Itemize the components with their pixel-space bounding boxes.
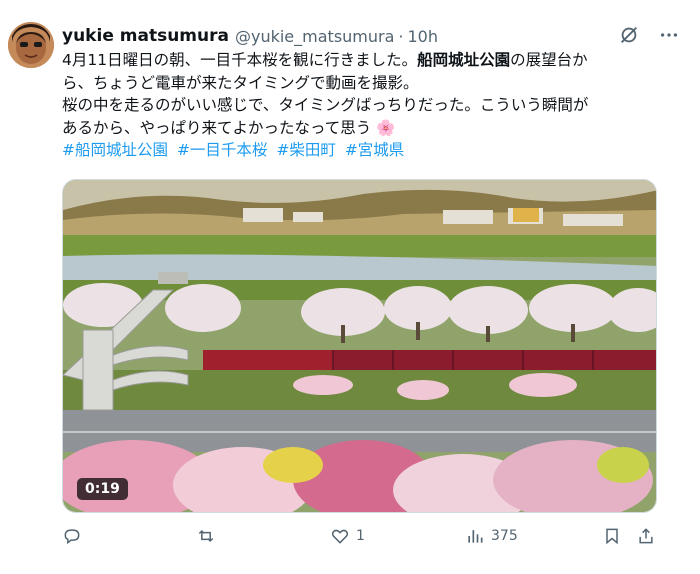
hashtag-list: #船岡城址公園 #一目千本桜 #柴田町 #宮城県: [62, 139, 662, 162]
share-button[interactable]: [636, 526, 656, 546]
views-button[interactable]: 375: [465, 526, 518, 546]
reply-button[interactable]: [62, 526, 88, 546]
tweet-text-bold: 船岡城址公園: [417, 51, 511, 69]
header-icons: [618, 24, 680, 46]
separator-dot: ·: [398, 26, 404, 46]
hashtag[interactable]: #船岡城址公園: [62, 141, 168, 159]
video-duration: 0:19: [77, 478, 128, 500]
display-name[interactable]: yukie matsumura: [62, 26, 229, 46]
like-button[interactable]: 1: [330, 526, 365, 546]
more-icon[interactable]: [658, 24, 680, 46]
retweet-icon: [198, 529, 214, 543]
tweet-text: 4月11日曜日の朝、一目千本桜を観に行きました。船岡城址公園の展望台か ら、ちょ…: [62, 49, 662, 162]
bookmark-icon: [606, 528, 618, 545]
share-icon: [639, 528, 653, 544]
like-count: 1: [356, 528, 365, 544]
user-handle[interactable]: @yukie_matsumura: [235, 27, 394, 46]
heart-icon: [331, 529, 349, 544]
action-bar: 1 375: [62, 526, 658, 554]
timestamp[interactable]: 10h: [408, 27, 439, 46]
video-thumbnail: [63, 180, 656, 512]
video-player[interactable]: 0:19: [62, 179, 657, 513]
reply-icon: [64, 529, 80, 545]
hashtag[interactable]: #柴田町: [276, 141, 336, 159]
tweet-text-line-2: ら、ちょうど電車が来たタイミングで動画を撮影。: [62, 73, 419, 92]
bookmark-button[interactable]: [602, 526, 622, 546]
grok-icon[interactable]: [618, 24, 640, 46]
analytics-icon: [468, 530, 483, 543]
tweet-text-line-3: 桜の中を走るのがいい感じで、タイミングばっちりだった。こういう瞬間が: [62, 96, 589, 114]
avatar[interactable]: [8, 22, 54, 68]
retweet-button[interactable]: [196, 526, 222, 546]
tweet-header: yukie matsumura @yukie_matsumura · 10h: [62, 24, 680, 48]
avatar-image: [8, 22, 54, 68]
hashtag[interactable]: #一目千本桜: [177, 141, 268, 159]
views-count: 375: [491, 528, 518, 544]
tweet-text-line-1: 4月11日曜日の朝、一目千本桜を観に行きました。船岡城址公園の展望台か: [62, 51, 588, 69]
tweet-text-line-4: あるから、やっぱり来てよかったなって思う 🌸: [62, 118, 396, 137]
hashtag[interactable]: #宮城県: [345, 141, 405, 159]
cherry-blossom-emoji: 🌸: [376, 118, 396, 137]
